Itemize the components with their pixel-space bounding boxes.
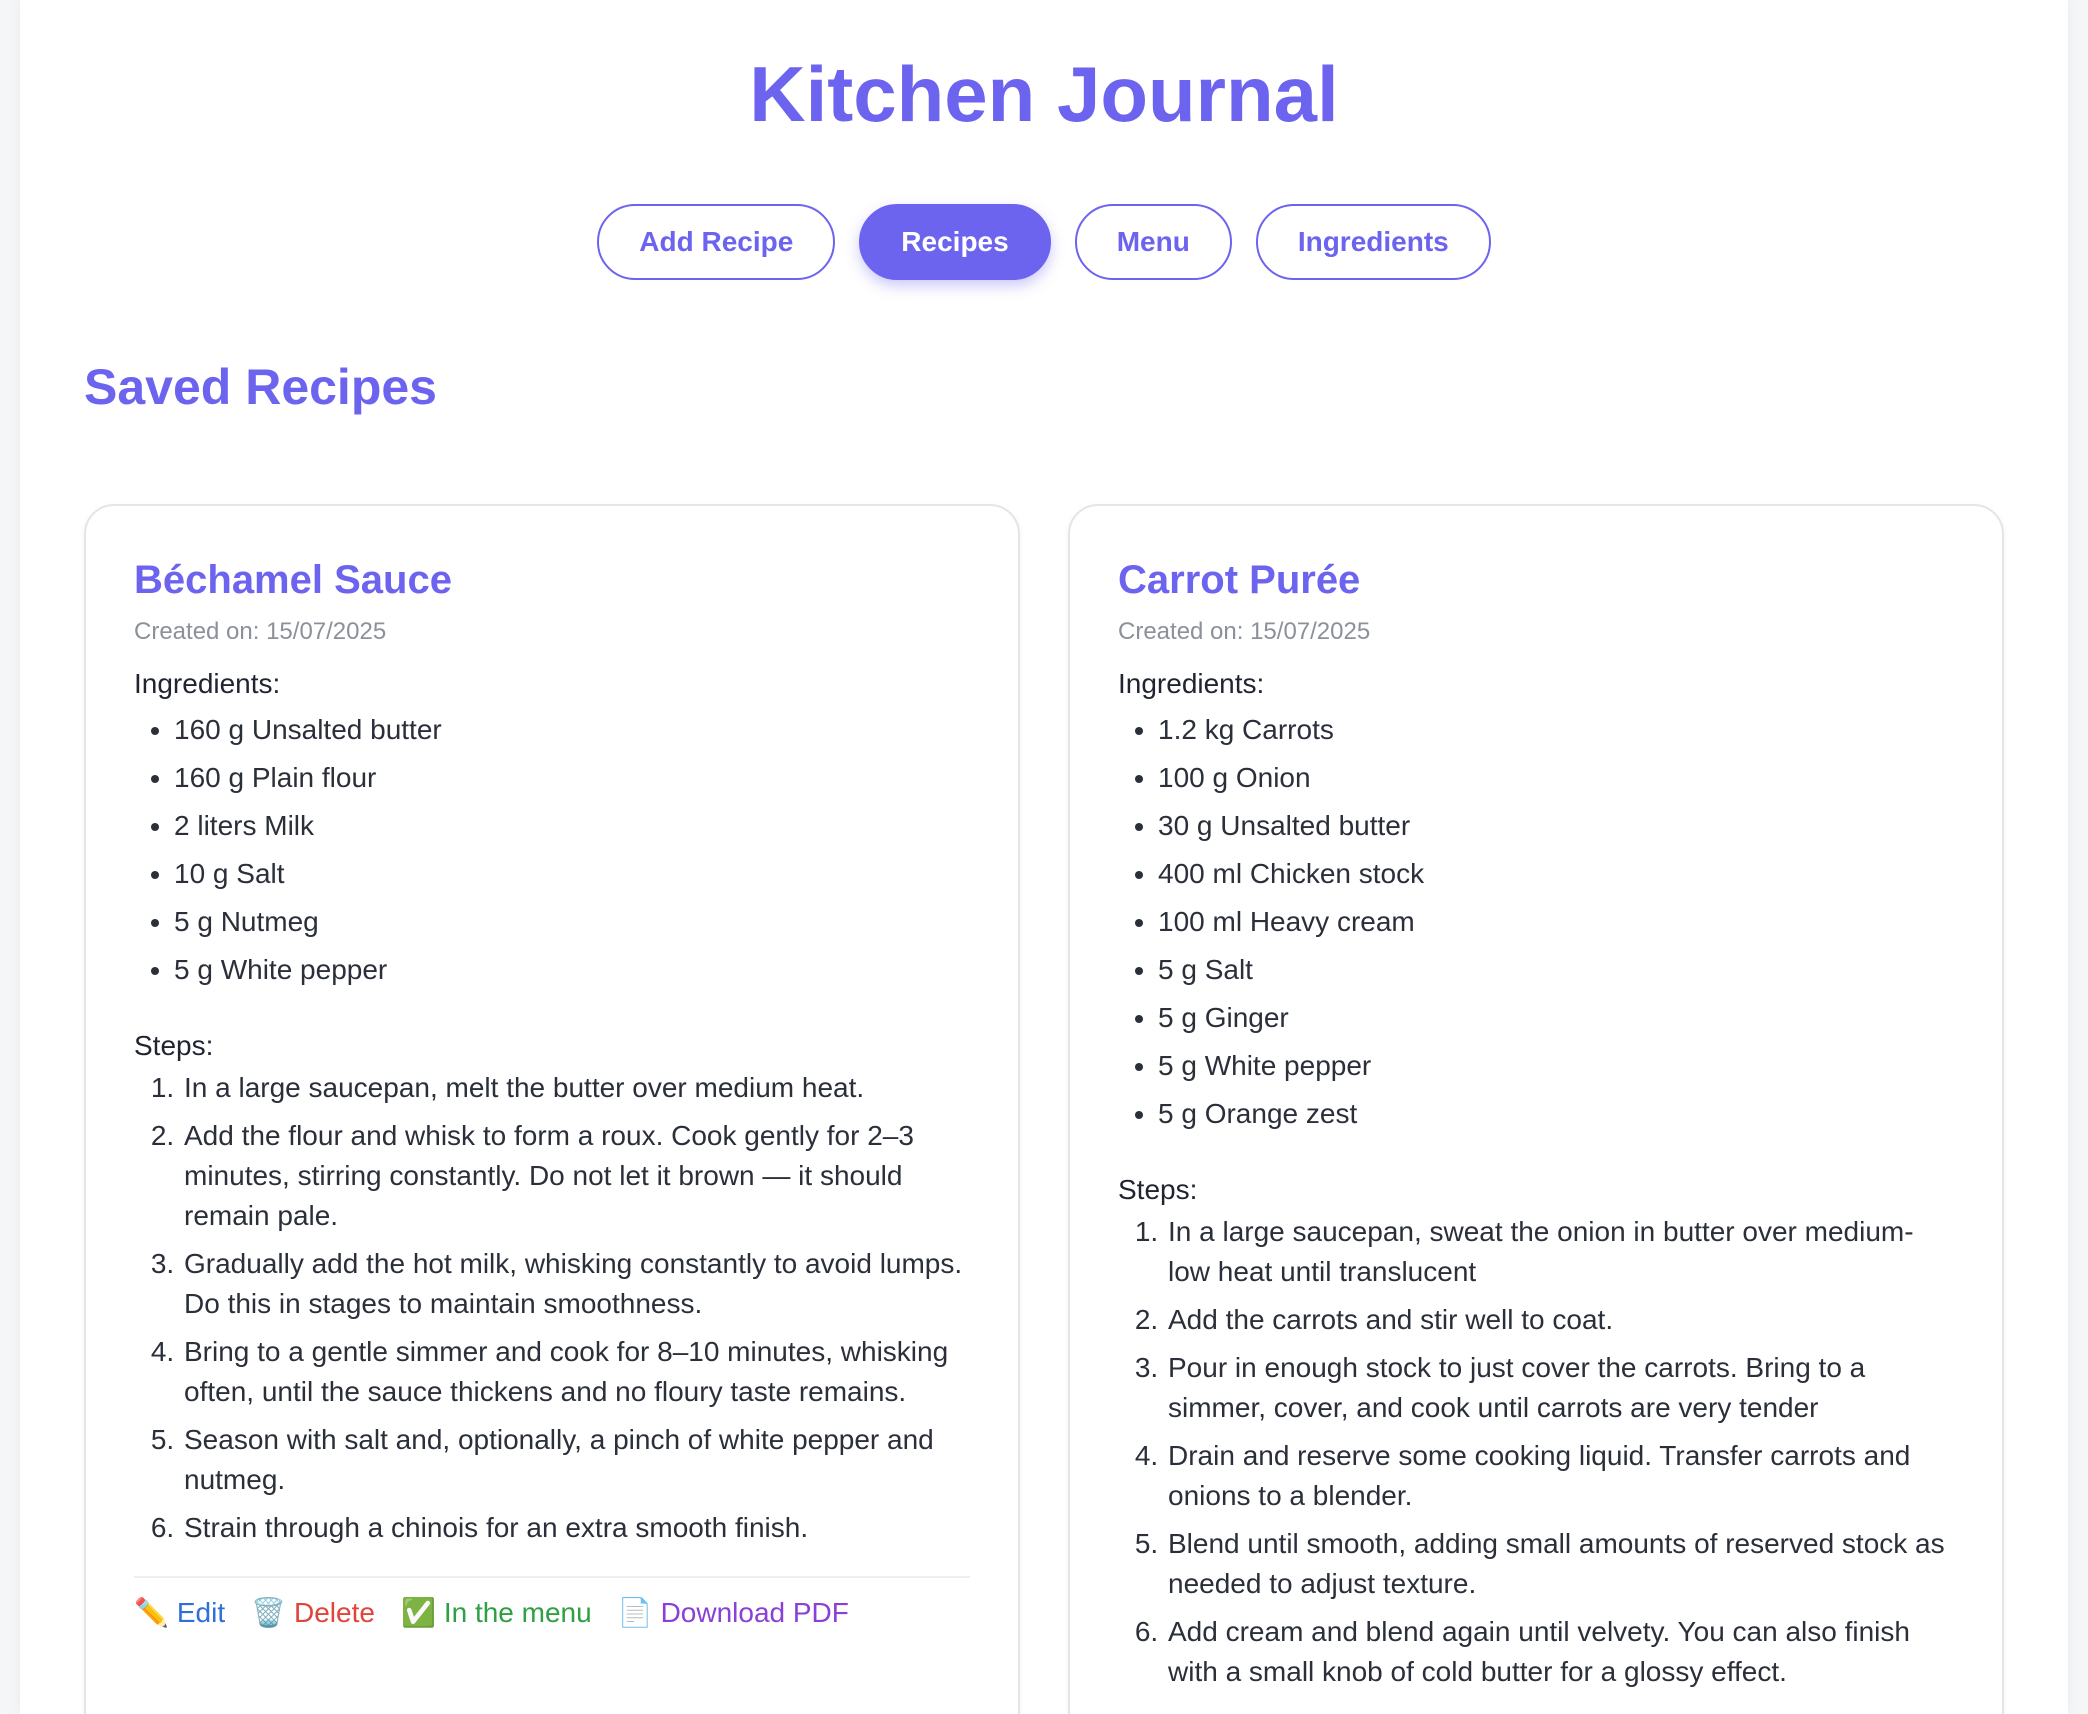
step-item: Blend until smooth, adding small amounts… — [1166, 1524, 1954, 1604]
step-item: Gradually add the hot milk, whisking con… — [182, 1244, 970, 1324]
recipe-title: Béchamel Sauce — [134, 558, 452, 602]
app-title: Kitchen Journal — [749, 50, 1339, 138]
nav-menu-button[interactable]: Menu — [1074, 204, 1232, 280]
ingredients-label: Ingredients: — [134, 668, 281, 699]
step-item: Add the flour and whisk to form a roux. … — [182, 1116, 970, 1236]
delete-label: Delete — [294, 1596, 375, 1628]
document-icon: 📄 — [617, 1597, 653, 1628]
in-menu-label: In the menu — [443, 1596, 592, 1628]
check-icon: ✅ — [400, 1597, 436, 1628]
ingredient-item: 5 g Nutmeg — [174, 898, 970, 946]
main-nav: Add Recipe Recipes Menu Ingredients — [20, 204, 2068, 280]
page: Kitchen Journal Add Recipe Recipes Menu … — [20, 0, 2068, 1714]
recipe-actions: ✏️ Edit 🗑️ Delete ✅ In the menu 📄 Downlo… — [134, 1576, 970, 1629]
pencil-icon: ✏️ — [134, 1597, 169, 1628]
ingredient-item: 5 g Salt — [1158, 946, 1954, 994]
ingredient-item: 100 ml Heavy cream — [1158, 898, 1954, 946]
ingredient-item: 5 g Ginger — [1158, 994, 1954, 1042]
ingredient-item: 5 g Orange zest — [1158, 1090, 1954, 1138]
step-item: Season with salt and, optionally, a pinc… — [182, 1420, 970, 1500]
created-date: Created on: 15/07/2025 — [134, 618, 387, 645]
ingredient-item: 1.2 kg Carrots — [1158, 706, 1954, 754]
step-item: Bring to a gentle simmer and cook for 8–… — [182, 1332, 970, 1412]
ingredient-item: 160 g Unsalted butter — [174, 706, 970, 754]
ingredient-item: 100 g Onion — [1158, 754, 1954, 802]
created-date: Created on: 15/07/2025 — [1118, 618, 1371, 645]
delete-button[interactable]: 🗑️ Delete — [251, 1596, 375, 1629]
section-title: Saved Recipes — [84, 359, 437, 415]
nav-recipes-button[interactable]: Recipes — [859, 204, 1051, 280]
nav-add-recipe-button[interactable]: Add Recipe — [597, 204, 836, 280]
ingredient-item: 10 g Salt — [174, 850, 970, 898]
steps-label: Steps: — [1118, 1174, 1198, 1205]
ingredient-item: 2 liters Milk — [174, 802, 970, 850]
steps-label: Steps: — [134, 1030, 214, 1061]
ingredients-list: 160 g Unsalted butter 160 g Plain flour … — [134, 706, 970, 994]
download-pdf-button[interactable]: 📄 Download PDF — [618, 1596, 849, 1629]
steps-list: In a large saucepan, sweat the onion in … — [1118, 1212, 1954, 1692]
in-menu-button[interactable]: ✅ In the menu — [401, 1596, 592, 1629]
step-item: Strain through a chinois for an extra sm… — [182, 1508, 970, 1548]
download-pdf-label: Download PDF — [660, 1596, 849, 1628]
edit-label: Edit — [176, 1596, 226, 1628]
ingredients-label: Ingredients: — [1118, 668, 1265, 699]
ingredient-item: 5 g White pepper — [1158, 1042, 1954, 1090]
ingredient-item: 160 g Plain flour — [174, 754, 970, 802]
step-item: In a large saucepan, sweat the onion in … — [1166, 1212, 1954, 1292]
recipe-title: Carrot Purée — [1118, 558, 1361, 602]
recipe-card: Béchamel Sauce Created on: 15/07/2025 In… — [84, 504, 1020, 1714]
step-item: In a large saucepan, melt the butter ove… — [182, 1068, 970, 1108]
nav-ingredients-button[interactable]: Ingredients — [1255, 204, 1491, 280]
step-item: Pour in enough stock to just cover the c… — [1166, 1348, 1954, 1428]
step-item: Add cream and blend again until velvety.… — [1166, 1612, 1954, 1692]
edit-button[interactable]: ✏️ Edit — [134, 1596, 225, 1629]
ingredient-item: 400 ml Chicken stock — [1158, 850, 1954, 898]
ingredient-item: 30 g Unsalted butter — [1158, 802, 1954, 850]
steps-list: In a large saucepan, melt the butter ove… — [134, 1068, 970, 1548]
step-item: Add the carrots and stir well to coat. — [1166, 1300, 1954, 1340]
step-item: Drain and reserve some cooking liquid. T… — [1166, 1436, 1954, 1516]
recipe-card: Carrot Purée Created on: 15/07/2025 Ingr… — [1068, 504, 2004, 1714]
ingredient-item: 5 g White pepper — [174, 946, 970, 994]
ingredients-list: 1.2 kg Carrots 100 g Onion 30 g Unsalted… — [1118, 706, 1954, 1138]
trash-icon: 🗑️ — [251, 1597, 286, 1628]
